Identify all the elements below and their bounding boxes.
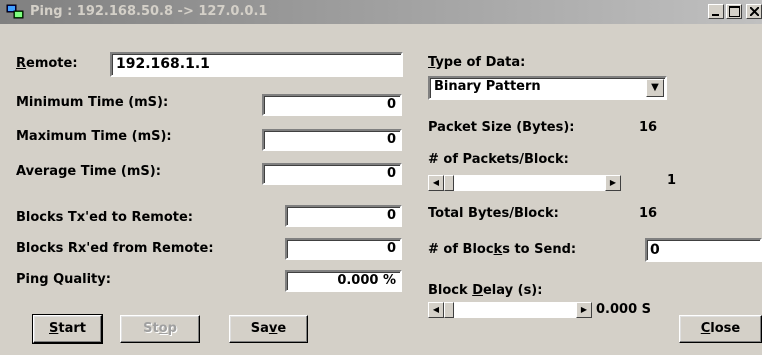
maximize-button[interactable] — [726, 4, 742, 19]
stop-button[interactable]: Stop — [120, 315, 200, 343]
block-delay-label: Block Delay (s): — [428, 283, 543, 298]
scroll-left-icon[interactable]: ◀ — [428, 175, 444, 191]
blocks-rx-field: 0 — [285, 238, 402, 260]
block-delay-value: 0.000 S — [596, 302, 652, 317]
min-time-field: 0 — [262, 94, 402, 116]
minimize-icon — [712, 14, 719, 16]
remote-input[interactable]: 192.168.1.1 — [110, 52, 403, 77]
ping-quality-label: Ping Quality: — [16, 272, 111, 287]
network-app-icon — [6, 4, 24, 19]
total-bytes-label: Total Bytes/Block: — [428, 206, 559, 221]
start-button[interactable]: Start — [32, 314, 103, 344]
close-window-button[interactable] — [746, 4, 762, 19]
scroll-right-icon[interactable]: ▶ — [576, 302, 592, 318]
blocks-rx-label: Blocks Rx'ed from Remote: — [16, 241, 214, 256]
dropdown-arrow-icon[interactable]: ▼ — [646, 79, 664, 97]
ping-quality-field: 0.000 % — [285, 270, 402, 292]
slider-thumb[interactable] — [444, 302, 454, 318]
title-bar[interactable]: Ping : 192.168.50.8 -> 127.0.0.1 — [0, 0, 762, 24]
window-title: Ping : 192.168.50.8 -> 127.0.0.1 — [30, 4, 268, 19]
save-button[interactable]: Save — [229, 315, 308, 343]
max-time-field: 0 — [262, 129, 402, 151]
remote-label-text: emote: — [26, 56, 78, 71]
packets-per-block-value: 1 — [667, 173, 677, 188]
remote-label: Remote: — [16, 56, 78, 71]
close-icon — [750, 7, 759, 16]
minimize-button[interactable] — [708, 4, 724, 19]
block-delay-slider[interactable]: ◀ ▶ — [428, 302, 592, 318]
packet-size-value: 16 — [639, 120, 658, 135]
type-of-data-select[interactable]: Binary Pattern ▼ — [428, 76, 667, 100]
max-time-label: Maximum Time (mS): — [16, 129, 172, 144]
scroll-left-icon[interactable]: ◀ — [428, 302, 444, 318]
maximize-icon — [729, 6, 740, 17]
min-time-label: Minimum Time (mS): — [16, 95, 169, 110]
avg-time-label: Average Time (mS): — [16, 164, 161, 179]
blocks-tx-label: Blocks Tx'ed to Remote: — [16, 210, 193, 225]
slider-thumb[interactable] — [444, 175, 454, 191]
packet-size-label: Packet Size (Bytes): — [428, 120, 575, 135]
scroll-right-icon[interactable]: ▶ — [605, 175, 621, 191]
packets-per-block-label: # of Packets/Block: — [428, 152, 569, 167]
type-of-data-value: Binary Pattern — [434, 79, 541, 94]
close-button[interactable]: Close — [679, 315, 762, 343]
blocks-to-send-label: # of Blocks to Send: — [428, 242, 577, 257]
total-bytes-value: 16 — [639, 206, 658, 221]
blocks-tx-field: 0 — [285, 205, 402, 227]
avg-time-field: 0 — [262, 163, 402, 185]
blocks-to-send-input[interactable]: 0 — [645, 238, 762, 262]
type-of-data-label: Type of Data: — [428, 55, 526, 70]
packets-per-block-slider[interactable]: ◀ ▶ — [428, 175, 621, 191]
